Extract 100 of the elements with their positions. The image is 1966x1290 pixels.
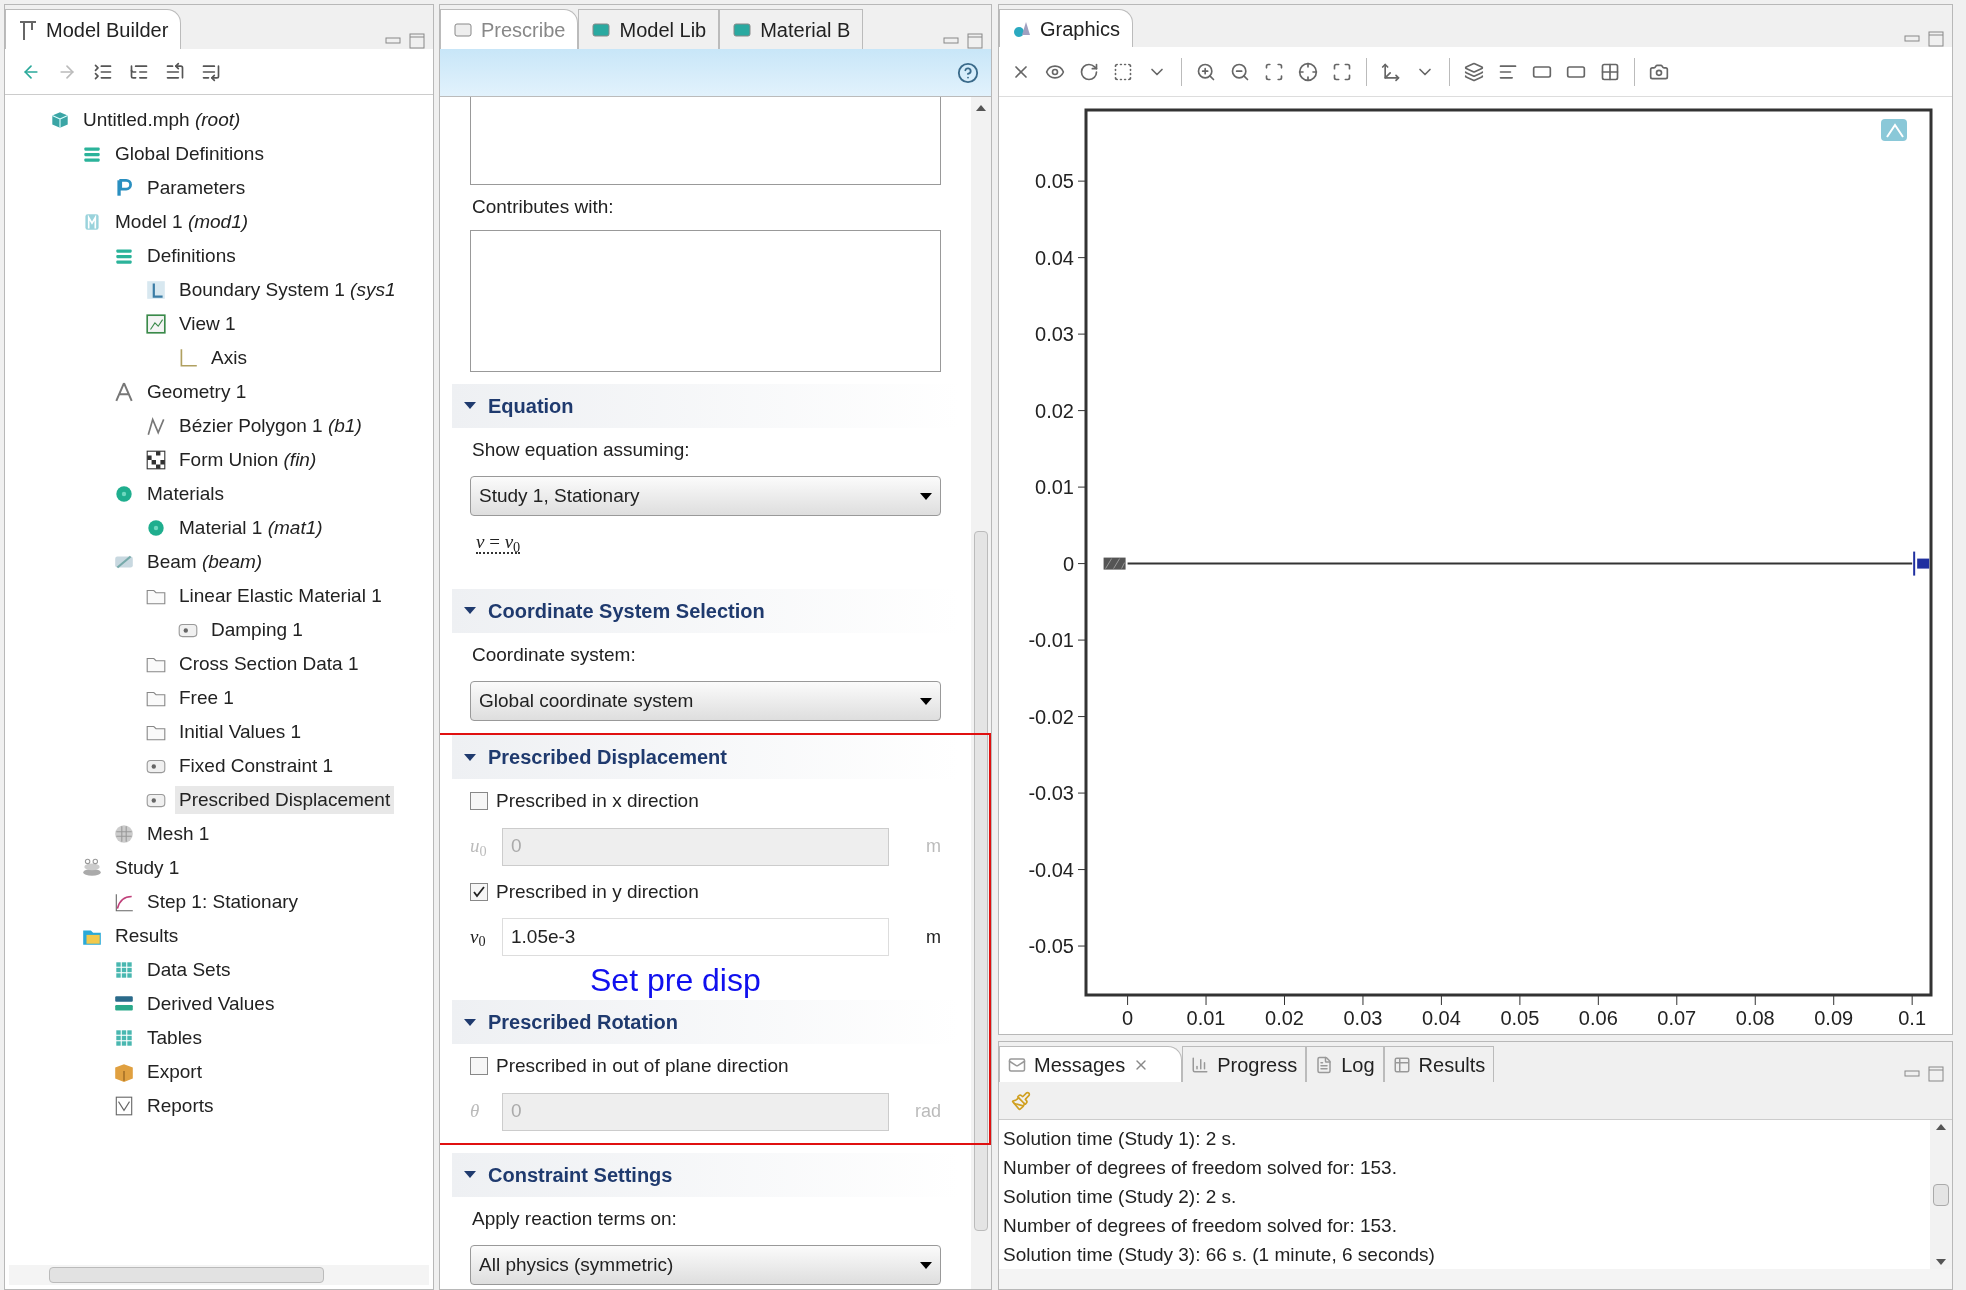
tree-item[interactable]: Tables: [143, 1023, 206, 1053]
y-tick-label: -0.03: [1028, 782, 1074, 805]
y-tick-label: 0.05: [1035, 170, 1074, 193]
tree-item[interactable]: Initial Values 1: [175, 717, 306, 747]
x-tick-label: 0.07: [1657, 1007, 1697, 1029]
tree-item[interactable]: Geometry 1: [143, 377, 251, 407]
checkbox-label: Prescribed in out of plane direction: [496, 1054, 789, 1078]
vertical-scrollbar[interactable]: [1930, 1120, 1952, 1269]
scroll-up-arrow-icon[interactable]: [1936, 1124, 1946, 1130]
message-line: Solution time (Study 2): 2 s.: [1003, 1185, 1238, 1209]
collapse-icon[interactable]: [93, 61, 113, 82]
y-tick-label: 0.04: [1035, 246, 1074, 269]
coordinate-system-icon: [145, 279, 167, 301]
dropdown-select[interactable]: Study 1, Stationary: [470, 476, 941, 516]
field-label: Coordinate system:: [472, 643, 636, 665]
tree-item[interactable]: Model 1 (mod1): [111, 207, 253, 237]
tree-item[interactable]: Definitions: [143, 241, 240, 271]
message-line: Number of degrees of freedom solved for: 153.: [1003, 1156, 1398, 1180]
tree-item[interactable]: Global Definitions: [111, 139, 268, 169]
tree-item[interactable]: Damping 1: [207, 615, 307, 645]
tree-item[interactable]: Boundary System 1 (sys1: [175, 275, 400, 305]
layers-icon[interactable]: [1464, 61, 1484, 82]
unit-label: rad: [914, 1100, 941, 1123]
compass-icon: [113, 381, 135, 403]
y-tick-label: 0.03: [1035, 323, 1074, 346]
help-icon[interactable]: [957, 61, 979, 84]
tree-item[interactable]: Parameters: [143, 173, 250, 203]
scroll-down-arrow-icon[interactable]: [1936, 1259, 1946, 1265]
symbol-label: u$_{0}$: [470, 834, 488, 861]
panel-tab[interactable]: Model Builder: [5, 9, 182, 49]
polyline-icon: [145, 415, 167, 437]
dropdown-select[interactable]: Global coordinate system: [470, 681, 941, 721]
panel-tab[interactable]: Prescribe: [440, 9, 579, 49]
checkbox[interactable]: [470, 792, 488, 811]
horizontal-scrollbar[interactable]: [999, 1269, 1952, 1289]
tree-item[interactable]: Materials: [143, 479, 229, 509]
horizontal-scrollbar[interactable]: [9, 1265, 429, 1285]
refresh-icon[interactable]: [1079, 61, 1099, 82]
material-icon: [113, 483, 135, 505]
input-field[interactable]: 1.05e-3: [502, 918, 889, 956]
x-tick-label: 0.1: [1898, 1007, 1927, 1029]
message-line: Solution time (Study 3): 66 s. (1 minute, 6 seconds): [1003, 1243, 1436, 1267]
zoom-in-icon[interactable]: [1196, 61, 1216, 82]
tree-item[interactable]: Form Union (fin): [175, 445, 321, 475]
scroll-up-arrow-icon[interactable]: [976, 105, 986, 111]
scroll-thumb[interactable]: [49, 1267, 324, 1283]
panel-tab[interactable]: Log: [1306, 1046, 1384, 1082]
x-tick-label: 0.03: [1343, 1007, 1383, 1029]
checkbox-label: Prescribed in x direction: [496, 789, 699, 813]
tree-item[interactable]: Derived Values: [143, 989, 279, 1019]
tree-item[interactable]: Material 1 (mat1): [175, 513, 327, 543]
export-icon: [113, 1061, 135, 1083]
zoom-out-icon[interactable]: [1230, 61, 1250, 82]
axis-view-icon[interactable]: [1381, 61, 1401, 82]
tree-item[interactable]: Export: [143, 1057, 206, 1087]
tree-item[interactable]: Fixed Constraint 1: [175, 751, 338, 781]
grid-icon[interactable]: [1600, 61, 1620, 82]
tree-item[interactable]: Reports: [143, 1091, 218, 1121]
panel-tab[interactable]: Messages: [999, 1046, 1183, 1082]
panel-tab[interactable]: Material B: [719, 9, 864, 49]
scroll-thumb[interactable]: [1933, 1183, 1949, 1206]
zoom-extents-icon[interactable]: [1332, 61, 1352, 82]
vertical-scrollbar[interactable]: [971, 97, 991, 1289]
panel-tab[interactable]: Results: [1383, 1046, 1495, 1082]
tree-item[interactable]: Results: [111, 921, 183, 951]
y-tick-label: 0: [1062, 552, 1074, 575]
panel-tab[interactable]: Model Lib: [578, 9, 720, 49]
dropdown-select[interactable]: All physics (symmetric): [470, 1245, 941, 1285]
checkbox[interactable]: [470, 882, 488, 901]
zoom-selected-icon[interactable]: [1298, 61, 1318, 82]
tree-item[interactable]: Data Sets: [143, 955, 235, 985]
axis-orientation-icon: [1881, 119, 1907, 141]
x-tick-label: 0.02: [1265, 1007, 1304, 1029]
tree-item[interactable]: Step 1: Stationary: [143, 887, 303, 917]
tree-item[interactable]: Cross Section Data 1: [175, 649, 363, 679]
tree-item[interactable]: Bézier Polygon 1 (b1): [175, 411, 366, 441]
y-tick-label: -0.04: [1028, 858, 1074, 881]
tree-item[interactable]: Beam (beam): [143, 547, 267, 577]
panel-tab[interactable]: Progress: [1182, 1046, 1307, 1082]
message-line: Solution time (Study 1): 2 s.: [1003, 1127, 1238, 1151]
y-tick-label: -0.05: [1028, 935, 1074, 958]
panel-title: Model Builder: [46, 17, 169, 43]
zoom-box-icon[interactable]: [1264, 61, 1284, 82]
tree-item[interactable]: View 1: [175, 309, 240, 339]
tree-item[interactable]: Untitled.mph (root): [79, 105, 245, 135]
scroll-thumb[interactable]: [974, 531, 988, 1231]
checkbox[interactable]: [470, 1057, 488, 1076]
box-select-icon[interactable]: [1113, 61, 1133, 82]
tree-item[interactable]: Mesh 1: [143, 819, 214, 849]
tree-item[interactable]: Study 1: [111, 853, 184, 883]
tree-item[interactable]: Prescribed Displacement: [175, 785, 395, 815]
x-tick-label: 0.01: [1186, 1007, 1226, 1029]
tree-item[interactable]: Linear Elastic Material 1: [175, 581, 386, 611]
message-line: Number of degrees of freedom solved for: 153.: [1003, 1214, 1398, 1238]
symbol-label: v$_{0}$: [470, 924, 487, 952]
panel-tab[interactable]: Graphics: [999, 9, 1134, 47]
tree-item[interactable]: Axis: [207, 343, 251, 373]
move-up-icon[interactable]: [165, 61, 185, 82]
tree-item[interactable]: Free 1: [175, 683, 238, 713]
report-icon: [113, 1095, 135, 1117]
